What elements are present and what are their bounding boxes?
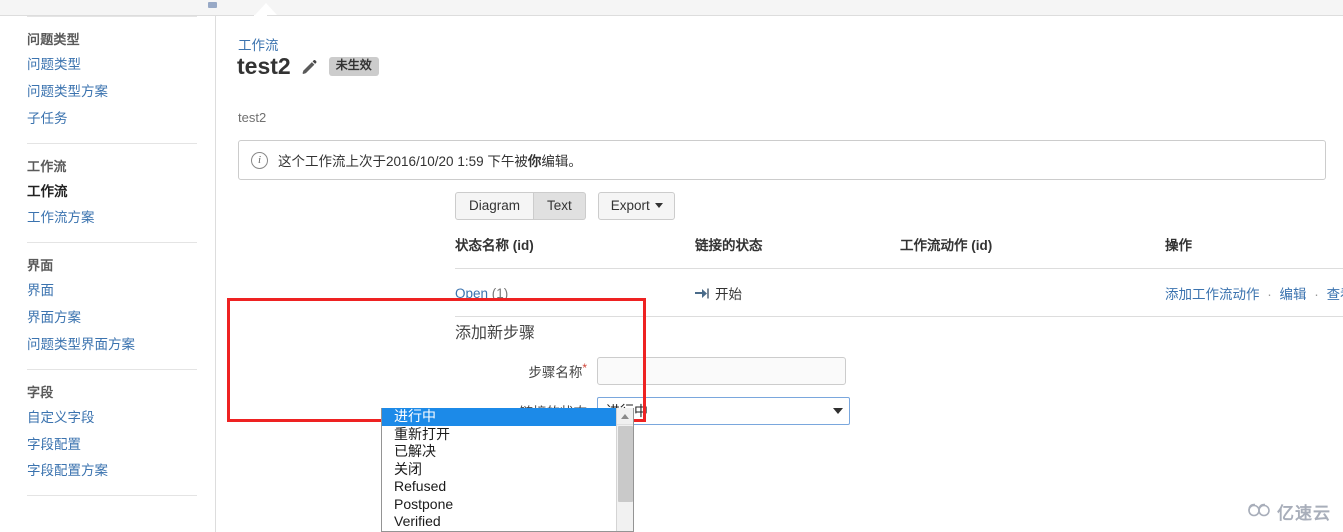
info-banner: i 这个工作流上次于2016/10/20 1:59 下午被你编辑。 (238, 140, 1326, 180)
table-header: 状态名称 (id) 链接的状态 工作流动作 (id) 操作 (455, 234, 1343, 269)
cell-linked-status: 开始 (695, 268, 900, 317)
pencil-icon[interactable] (300, 59, 318, 77)
step-name-label: 步骤名称* (455, 361, 597, 381)
linked-status-text: 开始 (715, 287, 742, 302)
info-banner-text: 这个工作流上次于2016/10/20 1:59 下午被你编辑。 (278, 150, 582, 170)
top-strip (0, 0, 1343, 16)
option-item[interactable]: Refused (382, 478, 633, 496)
column-header-linked-status: 链接的状态 (695, 234, 900, 269)
sidebar: 问题类型 问题类型 问题类型方案 子任务 工作流 工作流 工作流方案 界面 界面… (0, 16, 216, 532)
watermark: 亿速云 (1247, 499, 1331, 524)
option-item[interactable]: 关闭 (382, 461, 633, 479)
info-icon: i (251, 151, 268, 169)
add-new-step-title: 添加新步骤 (455, 325, 536, 342)
sidebar-item-screen-schemes[interactable]: 界面方案 (0, 305, 215, 332)
scroll-up-icon[interactable] (617, 408, 633, 425)
table-row: Open (1) 开始 添加工作流动作 · 编辑 · 查 (455, 268, 1343, 317)
sidebar-group-workflows: 工作流 工作流 工作流方案 (0, 144, 215, 243)
sidebar-heading-fields: 字段 (27, 384, 54, 400)
breadcrumb-workflows[interactable]: 工作流 (238, 34, 279, 54)
action-separator: · (1314, 287, 1319, 302)
step-name-label-text: 步骤名称 (528, 365, 583, 381)
active-tab-pointer-base (254, 15, 267, 16)
sidebar-group-fields: 字段 自定义字段 字段配置 字段配置方案 (0, 370, 215, 496)
sidebar-item-custom-fields[interactable]: 自定义字段 (0, 405, 215, 432)
chevron-down-icon (654, 203, 663, 208)
diagram-view-button[interactable]: Diagram (455, 192, 535, 220)
step-name-input[interactable] (597, 357, 846, 386)
linked-status-select[interactable]: 进行中 (597, 397, 850, 426)
export-button[interactable]: Export (597, 192, 675, 220)
info-text-suffix: 编辑。 (541, 154, 582, 169)
sidebar-item-issue-types[interactable]: 问题类型 (0, 52, 215, 79)
active-tab-pointer-icon (255, 3, 277, 15)
column-header-state-name: 状态名称 (id) (455, 234, 695, 269)
info-text-prefix: 这个工作流上次于2016/10/20 1:59 下午被 (278, 154, 528, 169)
view-workflow-properties-link[interactable]: 查看工作流属性 (1327, 287, 1343, 302)
sidebar-item-workflow-schemes[interactable]: 工作流方案 (0, 205, 215, 232)
sidebar-item-issue-type-schemes[interactable]: 问题类型方案 (0, 79, 215, 106)
cell-workflow-action (900, 268, 1165, 317)
view-toolbar: Diagram Text Export (455, 192, 675, 220)
sidebar-heading-workflows: 工作流 (27, 158, 67, 174)
sidebar-item-field-configurations[interactable]: 字段配置 (0, 432, 215, 459)
scrollbar-thumb[interactable] (618, 426, 633, 502)
chevron-down-icon (833, 408, 843, 415)
linked-status-wrapper: 开始 (695, 283, 900, 303)
sidebar-group-screens: 界面 界面 界面方案 问题类型界面方案 (0, 243, 215, 369)
add-workflow-action-link[interactable]: 添加工作流动作 (1165, 287, 1260, 302)
option-item[interactable]: 已解决 (382, 443, 633, 461)
arrow-right-icon (695, 287, 711, 300)
column-header-workflow-action: 工作流动作 (id) (900, 234, 1165, 269)
page-title: test2 (237, 53, 291, 79)
sidebar-divider (27, 495, 197, 497)
option-item[interactable]: 进行中 (382, 408, 633, 426)
workflow-description: test2 (238, 110, 267, 125)
workflow-steps-table: 状态名称 (id) 链接的状态 工作流动作 (id) 操作 Open (1) 开… (455, 234, 1343, 317)
table-header-row: 状态名称 (id) 链接的状态 工作流动作 (id) 操作 (455, 234, 1343, 269)
action-separator: · (1267, 287, 1272, 302)
column-header-operations: 操作 (1165, 234, 1343, 269)
sidebar-item-field-configuration-schemes[interactable]: 字段配置方案 (0, 458, 215, 485)
text-view-button[interactable]: Text (534, 192, 586, 220)
state-name-link[interactable]: Open (455, 286, 488, 301)
option-list-scrollbar[interactable] (616, 408, 633, 531)
step-name-row: 步骤名称* (455, 357, 855, 386)
cell-operations: 添加工作流动作 · 编辑 · 查看工作流属性 (1165, 268, 1343, 317)
sidebar-heading-issue-types: 问题类型 (27, 32, 80, 47)
page-title-row: test2 未生效 (237, 55, 379, 78)
sidebar-item-subtasks[interactable]: 子任务 (0, 106, 215, 133)
linked-status-option-list[interactable]: 进行中 重新打开 已解决 关闭 Refused Postpone Verifie… (381, 408, 634, 532)
status-badge: 未生效 (328, 57, 379, 76)
sidebar-item-workflows[interactable]: 工作流 (0, 179, 215, 206)
sidebar-group-issue-types: 问题类型 问题类型 问题类型方案 子任务 (0, 17, 215, 143)
top-strip-marker-icon (208, 2, 217, 8)
option-item[interactable]: 重新打开 (382, 426, 633, 444)
view-toggle-group: Diagram Text (455, 192, 586, 220)
watermark-text: 亿速云 (1277, 504, 1331, 523)
state-id: (1) (491, 285, 509, 301)
export-button-label: Export (610, 198, 650, 213)
info-text-bold: 你 (527, 154, 542, 169)
option-item[interactable]: Postpone (382, 496, 633, 514)
cloud-icon (1247, 501, 1273, 522)
cell-state-name: Open (1) (455, 268, 695, 317)
sidebar-heading-screens: 界面 (27, 258, 54, 274)
table-body: Open (1) 开始 添加工作流动作 · 编辑 · 查 (455, 268, 1343, 317)
sidebar-item-issue-type-screen-schemes[interactable]: 问题类型界面方案 (0, 332, 215, 359)
required-marker: * (582, 361, 587, 376)
edit-link[interactable]: 编辑 (1280, 287, 1307, 302)
sidebar-item-screens[interactable]: 界面 (0, 278, 215, 305)
option-item[interactable]: Verified (382, 513, 633, 531)
